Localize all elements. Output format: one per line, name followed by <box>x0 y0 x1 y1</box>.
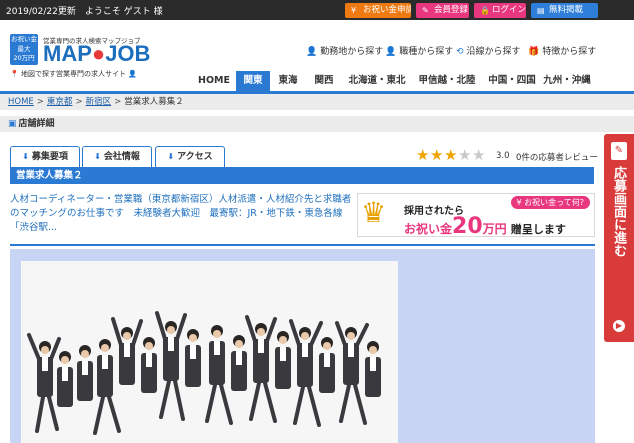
apply-side-banner[interactable]: ✎ 応募画面に進む ▶ <box>604 134 634 342</box>
register-button[interactable]: ✎ 会員登録 <box>416 3 469 18</box>
arrow-down-icon: ⬇ <box>22 152 29 161</box>
region-chugoku-shikoku[interactable]: 中国・四国 <box>482 71 542 91</box>
map-pin-icon: ● <box>91 41 106 66</box>
region-koshinetsu-hokuriku[interactable]: 甲信越・北陸 <box>412 71 482 91</box>
gift-icon: 🎁 <box>528 47 540 57</box>
job-lead-text: 人材コーディネーター・営業職（東京都新宿区）人材派遣・人材紹介先と求職者のマッチ… <box>10 194 352 233</box>
job-photo <box>21 261 398 443</box>
star-icon: ★ <box>430 146 444 164</box>
star-icon: ★ <box>472 146 486 164</box>
region-tokai[interactable]: 東海 <box>270 71 306 91</box>
train-icon: ⟲ <box>456 47 464 57</box>
lock-icon: 🔒 <box>480 6 490 15</box>
region-hokkaido-tohoku[interactable]: 北海道・東北 <box>342 71 412 91</box>
search-by-train-line[interactable]: ⟲ 沿線から探す <box>456 44 521 57</box>
rating-score: 3.0 <box>496 151 510 161</box>
breadcrumb-separator: > <box>114 97 122 107</box>
region-home[interactable]: HOME <box>192 71 236 91</box>
free-listing-button[interactable]: ▤ 無料掲載 <box>531 3 598 18</box>
breadcrumb-separator: > <box>36 97 44 107</box>
top-bar: 2019/02/22更新 ようこそ ゲスト 様 ¥ お祝い金申請 ✎ 会員登録 🔒 ロ… <box>0 0 634 20</box>
breadcrumb: HOME > 東京都 > 新宿区 > 営業求人募集２ <box>0 94 634 110</box>
search-by-feature[interactable]: 🎁 特徴から探す <box>528 44 596 57</box>
search-by-location[interactable]: 👤 勤務地から探す <box>306 44 383 57</box>
region-kanto[interactable]: 関東 <box>236 71 270 91</box>
region-kansai[interactable]: 関西 <box>306 71 342 91</box>
breadcrumb-tokyo[interactable]: 東京都 <box>47 97 73 107</box>
breadcrumb-shinjuku[interactable]: 新宿区 <box>86 97 112 107</box>
crown-icon: ♛ <box>361 196 387 229</box>
photo-panel <box>10 249 595 443</box>
tab-access[interactable]: ⬇ アクセス <box>155 146 225 167</box>
reward-banner[interactable]: ♛ 採用されたら お祝い金20万円 贈呈します ¥ お祝い金って何? <box>357 193 595 239</box>
reward-line-2: お祝い金20万円 贈呈します <box>404 214 566 239</box>
star-icon: ★ <box>416 146 430 164</box>
review-count[interactable]: 0件の応募者レビュー <box>516 151 598 163</box>
chevron-right-icon: ▶ <box>613 320 625 332</box>
site-logo[interactable]: MAP●JOB <box>43 41 150 67</box>
search-by-job-type[interactable]: 👤 職種から探す <box>385 44 453 57</box>
jumping-team-photo <box>21 261 398 443</box>
apply-banner-text: 応募画面に進む <box>611 166 626 257</box>
job-title: 営業求人募集２ <box>10 167 594 184</box>
star-icon: ★ <box>458 146 472 164</box>
reward-badge: お祝い金 最大 20万円 <box>10 34 38 65</box>
reward-info-pill[interactable]: ¥ お祝い金って何? <box>510 196 590 209</box>
shop-icon: ▣ <box>8 119 17 129</box>
greeting-text: 2019/02/22更新 ようこそ ゲスト 様 <box>6 7 163 17</box>
content-divider <box>10 244 595 246</box>
section-heading: ▣ 店舗詳細 <box>0 116 634 132</box>
document-pencil-icon: ✎ <box>611 142 627 160</box>
person-icon: 👤 <box>385 47 397 57</box>
map-pin-icon: 📍 <box>10 70 19 78</box>
person-icon: 👤 <box>128 70 137 78</box>
login-button[interactable]: 🔒 ログイン <box>474 3 526 18</box>
map-pin-icon: 👤 <box>306 47 318 57</box>
breadcrumb-current: 営業求人募集２ <box>124 97 184 107</box>
reward-apply-button[interactable]: ¥ お祝い金申請 <box>345 3 411 18</box>
star-icon: ★ <box>444 146 458 164</box>
breadcrumb-home[interactable]: HOME <box>8 97 34 107</box>
breadcrumb-separator: > <box>75 97 83 107</box>
tab-requirements[interactable]: ⬇ 募集要項 <box>10 146 80 167</box>
document-icon: ▤ <box>537 6 545 15</box>
arrow-down-icon: ⬇ <box>94 152 101 161</box>
yen-icon: ¥ <box>351 6 357 15</box>
region-kyushu-okinawa[interactable]: 九州・沖縄 <box>542 71 592 91</box>
arrow-down-icon: ⬇ <box>167 152 175 161</box>
logo-tagline: 📍 地図で探す営業専門の求人サイト 👤 <box>10 70 137 78</box>
pencil-icon: ✎ <box>422 6 429 15</box>
tab-company-info[interactable]: ⬇ 会社情報 <box>82 146 152 167</box>
